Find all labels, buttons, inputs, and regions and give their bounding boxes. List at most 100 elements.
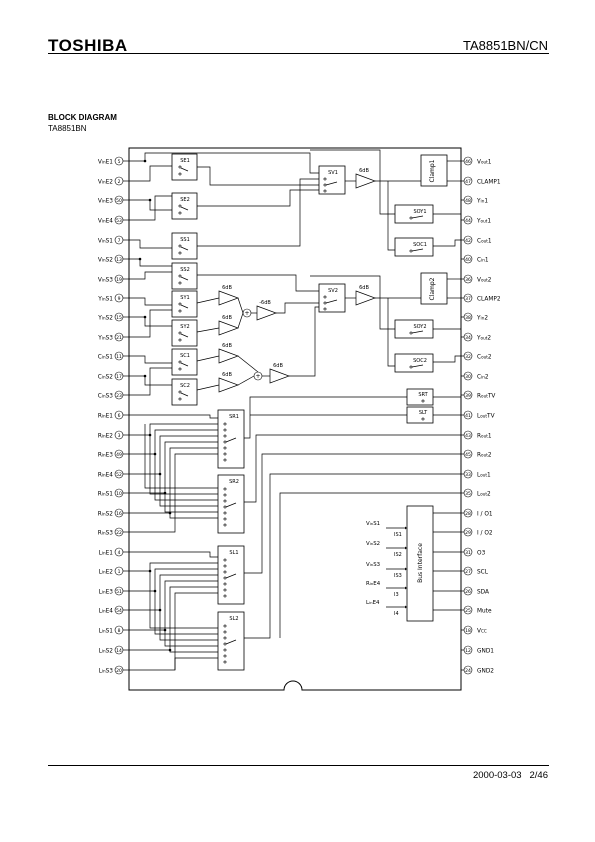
pin-label-left: RinS3 [98,531,114,537]
pin-label-left: LinS2 [99,649,114,655]
pin-label-left: RinE3 [98,453,113,459]
block-diagram: VinE1 5VinE2 2VinE3 50VinE4 53VinS1 7VinS2 13V… [97,147,501,691]
pin-label-right: CLAMP1 [477,180,501,186]
switch-label: SRT [418,392,428,398]
junction-dot [153,589,157,593]
switch-contact [223,434,227,438]
switch-contact [223,654,227,658]
gain-label: 6dB [273,363,283,369]
pin-number: 16 [116,511,122,517]
pin-number: 2 [118,179,121,185]
pin-label-right: Vout2 [477,278,492,284]
wire [129,355,172,364]
switch-contact [223,511,227,515]
switch-contact [223,570,227,574]
pin-label-left: VinE4 [98,219,113,225]
pin-number: 32 [465,354,471,360]
gain-label: 6dB [222,343,232,349]
bus-input-label: LinE4 [366,600,380,606]
wire [433,317,462,330]
wire [197,189,319,207]
gain-label: 6dB [222,372,232,378]
switch-contact [178,360,182,364]
bus-input-label: VinS1 [366,521,380,527]
pin-number: 5 [118,159,121,165]
wire [276,302,319,314]
pin-number: 26 [465,589,471,595]
switch-contact [223,576,227,580]
pin-label-left: LinS3 [99,669,114,675]
switch-contact [223,452,227,456]
amplifier-1 [355,173,377,189]
switch-label: SL2 [229,616,238,622]
pin-number: 19 [116,277,122,283]
wire [433,200,462,215]
wire [129,562,218,572]
wire [129,316,172,327]
pin-label-left: VinS2 [98,258,113,264]
pin-label-left: LinE4 [99,609,114,615]
pin-label-left: RinE1 [98,414,113,420]
pin-label-right: GND2 [477,669,494,675]
pin-label-right: SCL [477,570,489,576]
junction-dot [143,159,147,163]
pin-label-left: CinS2 [98,375,114,381]
switch-contact [178,309,182,313]
wire [289,306,319,377]
pin-number: 9 [118,296,121,302]
pin-label-right: GND1 [477,649,494,655]
adder-symbol: + [255,373,260,380]
amplifier-7 [256,305,278,321]
switch-contact [178,172,182,176]
wire [169,650,218,653]
pin-label-left: CinS3 [98,394,114,400]
switch-contact [323,183,327,187]
junction-dot [163,491,167,495]
pin-label-left: RinE2 [98,434,113,440]
pin-number: 36 [465,277,471,283]
switch-label: SC1 [180,353,190,359]
pin-number: 25 [465,608,471,614]
amplifier-8 [269,368,291,384]
pin-number: 37 [465,296,471,302]
switch-contact [223,660,227,664]
gain-label: 6dB [359,285,369,291]
wire [129,375,172,386]
switch-contact [223,440,227,444]
gain-label: 6dB [222,315,232,321]
bus-input-label: VinS3 [366,562,380,568]
switch-contact [421,417,425,421]
pin-number: 24 [465,668,471,674]
switch-contact [323,295,327,299]
wire [196,355,220,362]
switch-contact [178,390,182,394]
wire [197,166,319,186]
pin-label-right: Yout2 [476,336,491,342]
switch-label: SE2 [180,197,190,203]
pin-number: 3 [118,433,121,439]
junction-dot [143,374,147,378]
pin-number: 20 [116,668,122,674]
junction-dot [153,452,157,456]
pin-label-right: Yin1 [476,199,488,205]
footer-rule [48,765,549,766]
pin-number: 22 [116,530,122,536]
switch-contact [178,367,182,371]
pin-number: 52 [116,472,122,478]
pin-label-left: VinS1 [98,239,113,245]
pin-label-left: CinS1 [98,355,114,361]
gain-label: 6dB [222,285,232,291]
switch-label: SOC2 [413,358,427,364]
switch-contact [223,558,227,562]
wire [169,513,218,519]
pin-label-left: VinE1 [98,160,113,166]
pin-number: 50 [116,198,122,204]
junction-dot [163,628,167,632]
pin-number: 46 [465,159,471,165]
switch-contact [409,249,413,253]
pin-number: 10 [116,491,122,497]
wire [129,568,218,592]
pin-number: 54 [116,608,122,614]
pin-number: 28 [465,511,471,517]
adder-symbol: + [244,310,249,317]
